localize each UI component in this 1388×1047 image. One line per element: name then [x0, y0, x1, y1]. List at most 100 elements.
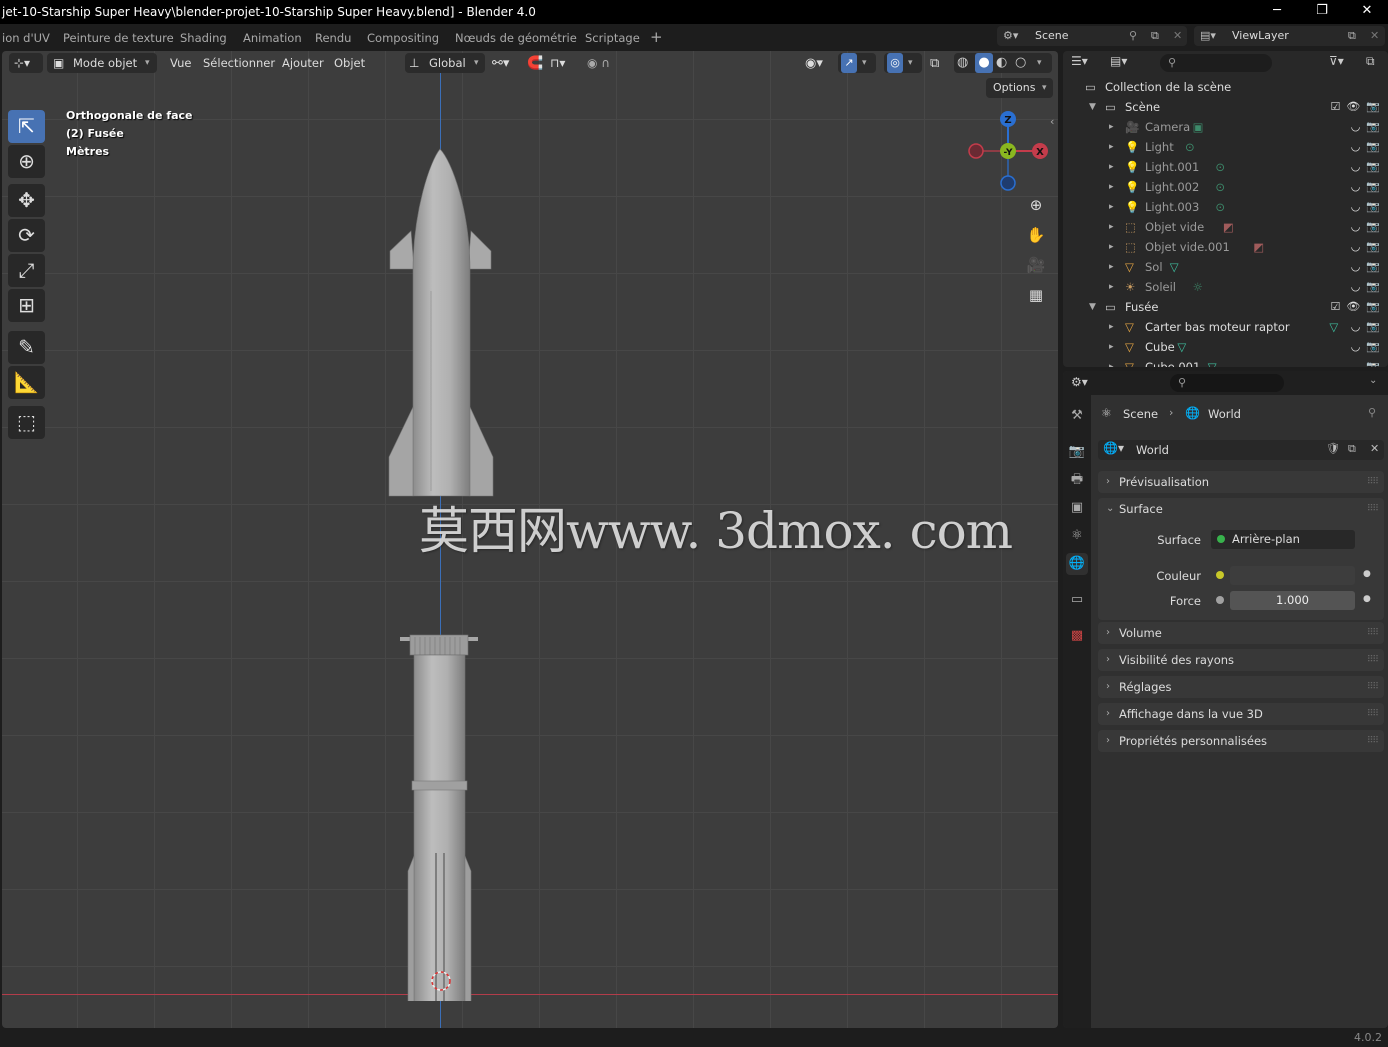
viewlayer-selector[interactable]: ▤▾ ViewLayer ⧉ ✕	[1194, 26, 1385, 46]
material-shading-icon[interactable]: ◐	[996, 53, 1007, 73]
hide-icon[interactable]: ◡	[1351, 320, 1361, 333]
texture-tab-icon[interactable]: ▩	[1066, 625, 1088, 647]
drag-grip-icon[interactable]: ⠿⠿	[1367, 703, 1379, 725]
outliner-item[interactable]: ▸ 💡 Light ⊙ ◡ 📷	[1063, 137, 1388, 157]
outliner-item[interactable]: ▸ ⬚ Objet vide ◩ ◡ 📷	[1063, 217, 1388, 237]
data-mesh-icon[interactable]: ▽	[1329, 317, 1338, 337]
close-window-button[interactable]: ✕	[1344, 0, 1388, 24]
tab-shading[interactable]: Shading	[180, 24, 227, 50]
eye-icon[interactable]: 👁	[1346, 300, 1360, 313]
panel-viewport-display[interactable]: › Affichage dans la vue 3D ⠿⠿	[1098, 703, 1384, 725]
outliner-search-input[interactable]: ⚲	[1160, 54, 1272, 72]
camera-icon[interactable]: 📷	[1366, 140, 1380, 153]
outliner-item[interactable]: ▸ 💡 Light.001 ⊙ ◡ 📷	[1063, 157, 1388, 177]
camera-view-icon[interactable]: 🎥	[1023, 252, 1049, 278]
snap-icon[interactable]: 🧲	[527, 54, 543, 73]
shading-modes[interactable]: ◍ ● ◐ ○ ▾	[954, 53, 1052, 73]
display-mode-icon[interactable]: ▤▾	[1110, 54, 1127, 68]
menu-add[interactable]: Ajouter	[282, 54, 324, 73]
outliner-item[interactable]: ▸ ▽ Cube ▽ ◡ 📷	[1063, 337, 1388, 357]
camera-icon[interactable]: 📷	[1366, 340, 1380, 353]
expand-right-icon[interactable]: ▸	[1109, 337, 1114, 357]
outliner-item[interactable]: ▸ 💡 Light.003 ⊙ ◡ 📷	[1063, 197, 1388, 217]
outliner-item[interactable]: ▸ 🎥 Camera ▣ ◡ 📷	[1063, 117, 1388, 137]
camera-icon[interactable]: 📷	[1366, 200, 1380, 213]
pin-icon[interactable]: ⚲	[1368, 406, 1376, 419]
camera-icon[interactable]: 📷	[1366, 100, 1380, 113]
rocket-model[interactable]	[382, 141, 502, 1001]
data-mesh-icon[interactable]: ▽	[1208, 357, 1217, 367]
tab-scripting[interactable]: Scriptage	[585, 24, 640, 50]
data-sun-icon[interactable]: ☼	[1193, 277, 1203, 297]
new-scene-icon[interactable]: ⧉	[1151, 26, 1159, 46]
move-tool-icon[interactable]: ✥	[8, 184, 45, 217]
snap-target-icon[interactable]: ⊓▾	[550, 54, 565, 73]
hide-icon[interactable]: ◡	[1351, 140, 1361, 153]
color-field[interactable]	[1230, 566, 1355, 585]
annotate-tool-icon[interactable]: ✎	[8, 331, 45, 364]
data-light-icon[interactable]: ⊙	[1185, 137, 1195, 157]
properties-editor[interactable]: ⚙▾ ⚲ ⌄ ⚒ 📷 🖶 ▣ ⚛ 🌐 ▭ ▩ ⚛ Scene › 🌐 World…	[1063, 371, 1388, 1028]
remove-scene-icon[interactable]: ✕	[1173, 26, 1182, 46]
expand-down-icon[interactable]: ▼	[1089, 97, 1096, 117]
tab-texture-paint[interactable]: Peinture de texture	[63, 24, 174, 50]
strength-field[interactable]: 1.000	[1230, 591, 1355, 610]
editor-type-button[interactable]: ⊹▾	[9, 53, 43, 73]
tab-uv[interactable]: ion d'UV	[2, 24, 50, 50]
drag-grip-icon[interactable]: ⠿⠿	[1367, 471, 1379, 493]
outliner-item[interactable]: ▼ ▭ Fusée ☑ 👁 📷	[1063, 297, 1388, 317]
cursor-tool-icon[interactable]: ⊕	[8, 145, 45, 178]
data-light-icon[interactable]: ⊙	[1215, 177, 1225, 197]
panel-settings[interactable]: › Réglages ⠿⠿	[1098, 676, 1384, 698]
view-layer-tab-icon[interactable]: ▣	[1066, 497, 1088, 519]
outliner-item[interactable]: ▸ ▽ Carter bas moteur raptor ▽ ◡ 📷	[1063, 317, 1388, 337]
options-button[interactable]: Options ▾	[986, 78, 1053, 98]
zoom-icon[interactable]: ⊕	[1023, 192, 1049, 218]
outliner-item[interactable]: ▸ ⬚ Objet vide.001 ◩ ◡ 📷	[1063, 237, 1388, 257]
editor-type-icon[interactable]: ☰▾	[1071, 54, 1088, 68]
world-browse-icon[interactable]: 🌐▾	[1103, 441, 1124, 455]
expand-right-icon[interactable]: ▸	[1109, 157, 1114, 177]
collection-tab-icon[interactable]: ▭	[1066, 589, 1088, 611]
expand-right-icon[interactable]: ▸	[1109, 317, 1114, 337]
hide-icon[interactable]: ◡	[1351, 340, 1361, 353]
camera-icon[interactable]: 📷	[1366, 120, 1380, 133]
data-empty-icon[interactable]: ◩	[1253, 237, 1264, 257]
render-tab-icon[interactable]: 📷	[1066, 441, 1088, 463]
tab-rendering[interactable]: Rendu	[315, 24, 351, 50]
hide-icon[interactable]: ◡	[1351, 160, 1361, 173]
keyframe-dot-icon[interactable]: ●	[1363, 594, 1371, 604]
mode-selector[interactable]: ▣ Mode objet ▾	[47, 53, 157, 73]
pivot-point-icon[interactable]: ⚯▾	[492, 54, 509, 73]
pan-hand-icon[interactable]: ✋	[1023, 222, 1049, 248]
solid-shading-icon[interactable]: ●	[975, 53, 993, 73]
unlink-icon[interactable]: ✕	[1370, 442, 1379, 455]
data-light-icon[interactable]: ⊙	[1215, 197, 1225, 217]
fake-user-icon[interactable]: 🛡	[1326, 442, 1340, 455]
outliner-item[interactable]: ▸ ☀ Soleil ☼ ◡ 📷	[1063, 277, 1388, 297]
wireframe-shading-icon[interactable]: ◍	[957, 53, 968, 73]
outliner[interactable]: ☰▾ ▤▾ ⚲ ⊽▾ ⧉ ▭ Collection de la scène ▼ ▭…	[1063, 51, 1388, 367]
minimize-button[interactable]: ─	[1254, 0, 1300, 24]
rotate-tool-icon[interactable]: ⟳	[8, 219, 45, 252]
drag-grip-icon[interactable]: ⠿⠿	[1367, 498, 1379, 520]
grid-toggle-icon[interactable]: ▦	[1023, 282, 1049, 308]
xray-icon[interactable]: ⧉	[930, 54, 939, 73]
checkbox-icon[interactable]: ☑	[1330, 300, 1340, 313]
world-tab-icon[interactable]: 🌐	[1066, 553, 1088, 575]
eye-icon[interactable]: 👁	[1346, 100, 1360, 113]
chevron-down-icon[interactable]: ⌄	[1369, 375, 1377, 386]
navigation-gizmo[interactable]: Z X -Y	[962, 109, 1056, 193]
tab-animation[interactable]: Animation	[243, 24, 302, 50]
data-mesh-icon[interactable]: ▽	[1170, 257, 1179, 277]
panel-preview[interactable]: › Prévisualisation ⠿⠿	[1098, 471, 1384, 493]
add-workspace-button[interactable]: +	[650, 24, 663, 50]
gizmo-toggle[interactable]: ↗ ▾	[838, 53, 876, 73]
pin-icon[interactable]: ⚲	[1129, 26, 1137, 46]
camera-icon[interactable]: 📷	[1366, 240, 1380, 253]
outliner-item[interactable]: ▼ ▭ Scène ☑ 👁 📷	[1063, 97, 1388, 117]
duplicate-icon[interactable]: ⧉	[1348, 442, 1356, 456]
transform-tool-icon[interactable]: ⊞	[8, 289, 45, 322]
keyframe-dot-icon[interactable]: ●	[1363, 569, 1371, 579]
data-camera-icon[interactable]: ▣	[1193, 117, 1204, 137]
